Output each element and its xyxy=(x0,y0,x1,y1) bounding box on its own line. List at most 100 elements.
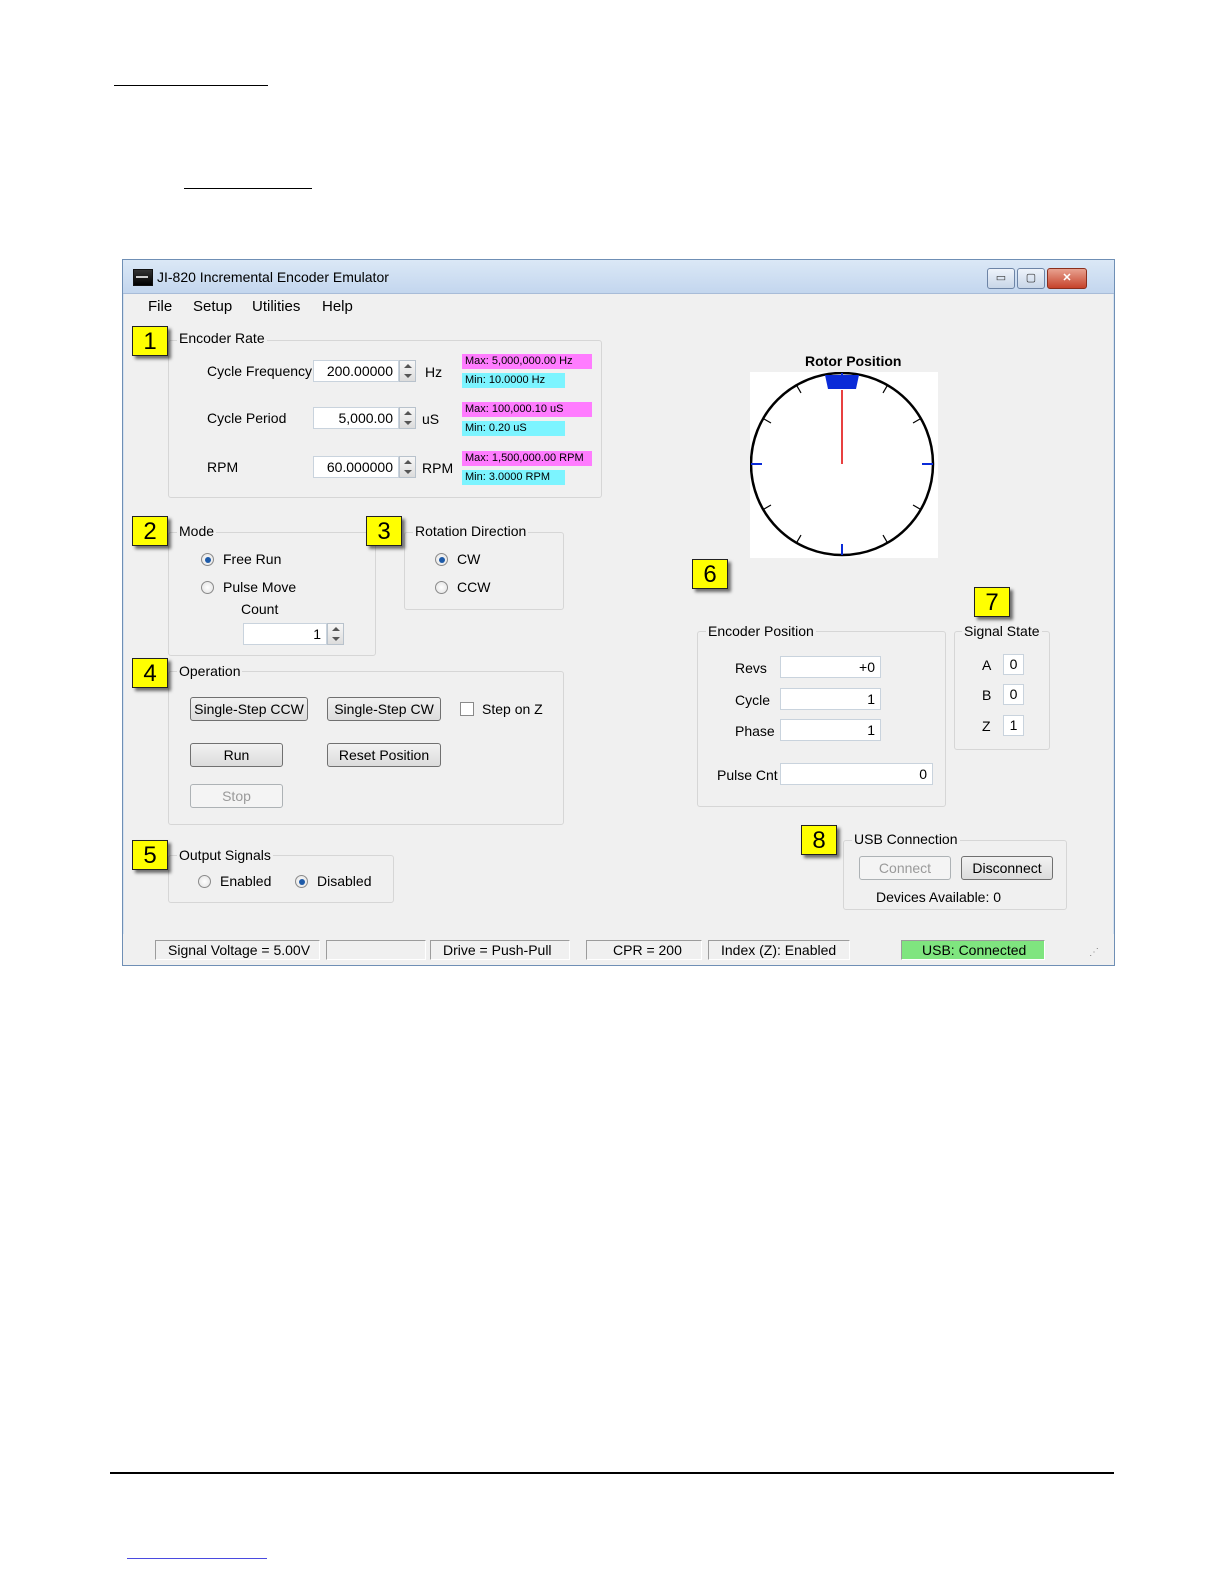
encoder-rate-legend: Encoder Rate xyxy=(177,330,267,346)
disconnect-button[interactable]: Disconnect xyxy=(961,856,1053,880)
cw-label[interactable]: CW xyxy=(457,551,480,567)
badge-8: 8 xyxy=(801,825,837,855)
close-button[interactable]: ✕ xyxy=(1047,268,1087,289)
signal-a-label: A xyxy=(982,657,992,673)
cycle-frequency-unit: Hz xyxy=(425,364,443,380)
cycle-frequency-label: Cycle Frequency xyxy=(207,363,313,379)
status-bar: Signal Voltage = 5.00V Drive = Push-Pull… xyxy=(123,934,1114,965)
devices-available: Devices Available: 0 xyxy=(876,889,1002,905)
cycle-label: Cycle xyxy=(735,692,771,708)
cycle-period-min: Min: 0.20 uS xyxy=(462,421,565,436)
app-window: JI-820 Incremental Encoder Emulator ▭ ▢ … xyxy=(122,259,1115,966)
output-disabled-label[interactable]: Disabled xyxy=(317,873,371,889)
count-label: Count xyxy=(241,601,279,617)
single-step-cw-button[interactable]: Single-Step CW xyxy=(327,697,441,721)
cycle-frequency-min: Min: 10.0000 Hz xyxy=(462,373,565,388)
menu-utilities[interactable]: Utilities xyxy=(252,298,300,315)
phase-field: 1 xyxy=(780,719,881,741)
window-title: JI-820 Incremental Encoder Emulator xyxy=(157,269,389,285)
ccw-label[interactable]: CCW xyxy=(457,579,490,595)
title-bar[interactable]: JI-820 Incremental Encoder Emulator ▭ ▢ … xyxy=(123,260,1114,294)
subheader-underline xyxy=(184,188,312,189)
rotor-title: Rotor Position xyxy=(805,353,902,369)
pulse-cnt-field: 0 xyxy=(780,763,933,785)
header-underline xyxy=(114,85,268,86)
client-area: Encoder Rate 1 Cycle Frequency 200.00000… xyxy=(130,322,1107,933)
single-step-ccw-button[interactable]: Single-Step CCW xyxy=(190,697,308,721)
cycle-period-unit: uS xyxy=(422,411,440,427)
rpm-label: RPM xyxy=(207,459,239,475)
count-input[interactable]: 1 xyxy=(243,623,327,645)
rpm-spinner[interactable] xyxy=(399,456,416,478)
revs-label: Revs xyxy=(735,660,767,676)
rpm-unit: RPM xyxy=(422,460,454,476)
free-run-label[interactable]: Free Run xyxy=(223,551,281,567)
pulse-cnt-label: Pulse Cnt xyxy=(717,767,778,783)
connect-button[interactable]: Connect xyxy=(859,856,951,880)
free-run-radio[interactable] xyxy=(201,553,214,566)
badge-5: 5 xyxy=(132,840,168,870)
footer-link[interactable] xyxy=(127,1558,267,1559)
badge-3: 3 xyxy=(366,516,402,546)
pulse-move-label[interactable]: Pulse Move xyxy=(223,579,296,595)
rotor-dial xyxy=(750,372,938,558)
status-index: Index (Z): Enabled xyxy=(708,940,850,960)
signal-b-field: 0 xyxy=(1003,684,1024,705)
maximize-button[interactable]: ▢ xyxy=(1017,268,1045,289)
app-icon xyxy=(133,269,153,286)
badge-7: 7 xyxy=(974,587,1010,617)
pulse-move-radio[interactable] xyxy=(201,581,214,594)
menu-help[interactable]: Help xyxy=(322,298,353,315)
cycle-frequency-max: Max: 5,000,000.00 Hz xyxy=(462,354,592,369)
cycle-period-label: Cycle Period xyxy=(207,410,287,426)
badge-1: 1 xyxy=(132,326,168,356)
step-on-z-checkbox[interactable] xyxy=(460,702,474,716)
status-usb: USB: Connected xyxy=(901,940,1045,960)
menu-setup[interactable]: Setup xyxy=(193,298,232,315)
rotor-marker xyxy=(825,375,859,389)
revs-field: +0 xyxy=(780,656,881,678)
ccw-radio[interactable] xyxy=(435,581,448,594)
operation-legend: Operation xyxy=(177,663,243,679)
step-on-z-label[interactable]: Step on Z xyxy=(482,701,543,717)
phase-label: Phase xyxy=(735,723,775,739)
status-cpr: CPR = 200 xyxy=(586,940,702,960)
signal-state-group xyxy=(954,631,1050,750)
cycle-frequency-spinner[interactable] xyxy=(399,360,416,382)
signal-z-label: Z xyxy=(982,718,991,734)
cycle-period-max: Max: 100,000.10 uS xyxy=(462,402,592,417)
resize-grip-icon[interactable]: ⋰ xyxy=(1089,947,1099,958)
signal-a-field: 0 xyxy=(1003,654,1024,675)
count-spinner[interactable] xyxy=(327,623,344,645)
rotation-group xyxy=(404,532,564,610)
output-signals-legend: Output Signals xyxy=(177,847,273,863)
mode-legend: Mode xyxy=(177,523,217,539)
rpm-input[interactable]: 60.000000 xyxy=(313,456,399,478)
minimize-button[interactable]: ▭ xyxy=(987,268,1015,289)
signal-b-label: B xyxy=(982,687,992,703)
rotation-legend: Rotation Direction xyxy=(413,523,529,539)
badge-2: 2 xyxy=(132,516,168,546)
footer-rule xyxy=(110,1472,1114,1474)
menu-bar: File Setup Utilities Help xyxy=(130,295,1107,319)
cycle-frequency-input[interactable]: 200.00000 xyxy=(313,360,399,382)
usb-legend: USB Connection xyxy=(852,831,960,847)
output-enabled-radio[interactable] xyxy=(198,875,211,888)
menu-file[interactable]: File xyxy=(148,298,172,315)
rpm-min: Min: 3.0000 RPM xyxy=(462,470,565,485)
cycle-period-spinner[interactable] xyxy=(399,407,416,429)
output-disabled-radio[interactable] xyxy=(295,875,308,888)
rpm-max: Max: 1,500,000.00 RPM xyxy=(462,451,592,466)
output-enabled-label[interactable]: Enabled xyxy=(220,873,271,889)
status-drive: Drive = Push-Pull xyxy=(430,940,570,960)
cycle-period-input[interactable]: 5,000.00 xyxy=(313,407,399,429)
run-button[interactable]: Run xyxy=(190,743,283,767)
stop-button[interactable]: Stop xyxy=(190,784,283,808)
encoder-position-legend: Encoder Position xyxy=(706,623,816,639)
status-blank xyxy=(326,940,426,960)
badge-4: 4 xyxy=(132,658,168,688)
reset-position-button[interactable]: Reset Position xyxy=(327,743,441,767)
cycle-field: 1 xyxy=(780,688,881,710)
signal-z-field: 1 xyxy=(1003,715,1024,736)
cw-radio[interactable] xyxy=(435,553,448,566)
